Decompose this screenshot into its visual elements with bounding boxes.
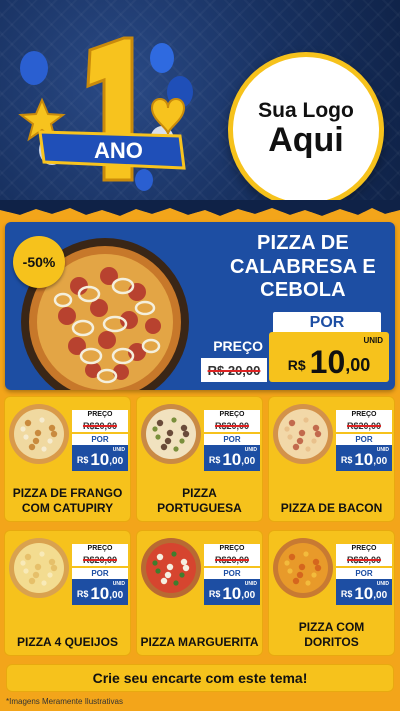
featured-por-label: POR [273, 312, 381, 334]
price-box: PREÇO R$20,00 POR UNID R$ 10 ,00 [72, 544, 128, 605]
unit-label: UNID [363, 336, 383, 345]
product-card[interactable]: PREÇO R$20,00 POR UNID R$ 10 ,00 PIZZA C… [268, 530, 395, 656]
product-card[interactable]: PREÇO R$20,00 POR UNID R$ 10 ,00 PIZZA M… [136, 530, 263, 656]
price-box: PREÇO R$20,00 POR UNID R$ 10 ,00 [204, 410, 260, 471]
price-integer: 10 [354, 450, 374, 469]
new-price: UNID R$ 10 ,00 [204, 579, 260, 605]
old-price: R$20,00 [204, 420, 260, 432]
torn-paper-edge [0, 200, 400, 222]
currency-symbol: R$ [287, 357, 306, 373]
unit-label: UNID [244, 581, 257, 587]
featured-product-title: PIZZA DE CALABRESA E CEBOLA [230, 232, 376, 302]
unit-label: UNID [376, 581, 389, 587]
price-integer: 10 [222, 584, 242, 603]
product-name: PIZZA DE BACON [280, 500, 383, 515]
new-price: UNID R$ 10 ,00 [204, 445, 260, 471]
price-decimal: ,00 [373, 456, 388, 467]
featured-old-price: R$ 20,00 [201, 358, 267, 382]
currency-symbol: R$ [340, 455, 353, 465]
product-name: PIZZA MARGUERITA [140, 634, 259, 649]
price-decimal: ,00 [241, 456, 256, 467]
price-decimal: ,00 [109, 590, 124, 601]
currency-symbol: R$ [208, 589, 221, 599]
product-card[interactable]: PREÇO R$20,00 POR UNID R$ 10 ,00 PIZZA D… [4, 396, 131, 522]
price-integer: 10 [354, 584, 374, 603]
product-name: PIZZA DE FRANGO COM CATUPIRY [12, 486, 123, 515]
price-box: PREÇO R$20,00 POR UNID R$ 10 ,00 [204, 544, 260, 605]
unit-label: UNID [112, 581, 125, 587]
discount-badge: -50% [13, 236, 65, 288]
currency-symbol: R$ [76, 455, 89, 465]
por-label: POR [72, 568, 128, 579]
logo-line2: Aqui [268, 121, 344, 160]
pizza-image [273, 404, 333, 464]
pizza-image [141, 404, 201, 464]
product-name: PIZZA 4 QUEIJOS [17, 634, 118, 649]
price-decimal: ,00 [109, 456, 124, 467]
unit-label: UNID [376, 447, 389, 453]
new-price: UNID R$ 10 ,00 [72, 445, 128, 471]
featured-product-card[interactable]: -50% PIZZA DE CALABRESA E CEBOLA POR PRE… [5, 222, 395, 390]
price-label: PREÇO [336, 544, 392, 554]
price-decimal: ,00 [241, 590, 256, 601]
balloon-icon [20, 51, 48, 85]
por-label: POR [204, 568, 260, 579]
price-integer: 10 [90, 584, 110, 603]
logo-placeholder[interactable]: Sua Logo Aqui [228, 52, 384, 208]
old-price: R$20,00 [72, 420, 128, 432]
product-card[interactable]: PREÇO R$20,00 POR UNID R$ 10 ,00 PIZZA 4… [4, 530, 131, 656]
product-card[interactable]: PREÇO R$20,00 POR UNID R$ 10 ,00 PIZZA P… [136, 396, 263, 522]
pizza-image [9, 404, 69, 464]
header-banner: ANO Sua Logo Aqui [0, 0, 400, 212]
unit-label: UNID [112, 447, 125, 453]
currency-symbol: R$ [340, 589, 353, 599]
new-price: UNID R$ 10 ,00 [336, 445, 392, 471]
por-label: POR [204, 434, 260, 445]
price-label: PREÇO [72, 410, 128, 420]
old-price: R$20,00 [336, 554, 392, 566]
old-price: R$20,00 [72, 554, 128, 566]
anniversary-badge: ANO [18, 36, 193, 191]
price-box: PREÇO R$20,00 POR UNID R$ 10 ,00 [336, 544, 392, 605]
price-label: PREÇO [336, 410, 392, 420]
price-decimal: ,00 [373, 590, 388, 601]
pizza-image [273, 538, 333, 598]
pizza-image [9, 538, 69, 598]
price-label: PREÇO [204, 410, 260, 420]
price-integer: 10 [90, 450, 110, 469]
price-box: PREÇO R$20,00 POR UNID R$ 10 ,00 [336, 410, 392, 471]
product-name: PIZZA PORTUGUESA [157, 486, 242, 515]
new-price: UNID R$ 10 ,00 [336, 579, 392, 605]
new-price: UNID R$ 10 ,00 [72, 579, 128, 605]
balloon-icon [150, 43, 174, 73]
price-label: PREÇO [204, 544, 260, 554]
product-name: PIZZA COM DORITOS [298, 620, 365, 649]
unit-label: UNID [244, 447, 257, 453]
price-label: PREÇO [72, 544, 128, 554]
por-label: POR [336, 434, 392, 445]
old-price: R$20,00 [204, 554, 260, 566]
product-card[interactable]: PREÇO R$20,00 POR UNID R$ 10 ,00 PIZZA D… [268, 396, 395, 522]
featured-new-price: UNID R$ 10 ,00 [269, 332, 389, 382]
logo-line1: Sua Logo [258, 99, 354, 123]
price-decimal: ,00 [345, 355, 371, 375]
por-label: POR [72, 434, 128, 445]
price-integer: 10 [309, 344, 346, 380]
disclaimer-text: *Imagens Meramente Ilustrativas [6, 697, 123, 706]
currency-symbol: R$ [76, 589, 89, 599]
cta-banner[interactable]: Crie seu encarte com este tema! [6, 664, 394, 692]
balloon-icon [135, 169, 153, 191]
price-integer: 10 [222, 450, 242, 469]
pizza-image [141, 538, 201, 598]
featured-price-label: PREÇO [201, 338, 267, 356]
por-label: POR [336, 568, 392, 579]
currency-symbol: R$ [208, 455, 221, 465]
old-price: R$20,00 [336, 420, 392, 432]
price-box: PREÇO R$20,00 POR UNID R$ 10 ,00 [72, 410, 128, 471]
badge-label: ANO [94, 138, 143, 163]
